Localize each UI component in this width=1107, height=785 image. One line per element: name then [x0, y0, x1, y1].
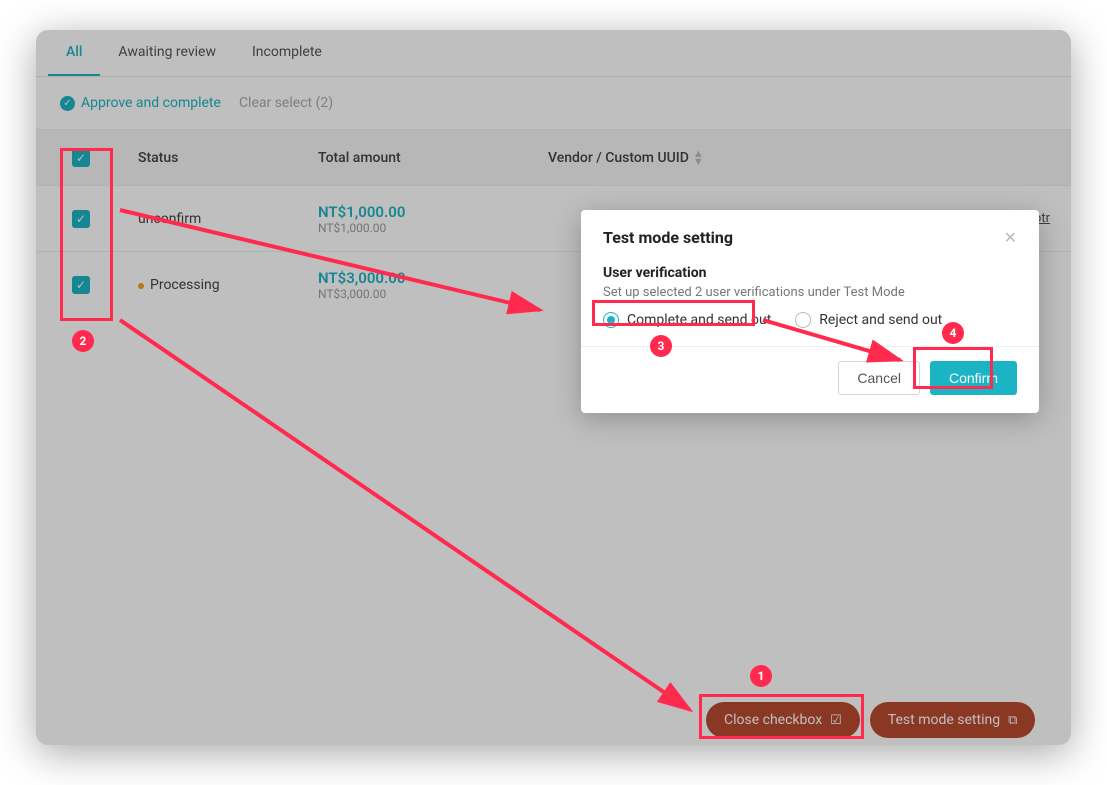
modal-header: Test mode setting ✕: [581, 210, 1039, 265]
row-subamount: NT$1,000.00: [318, 221, 524, 235]
radio-group: Complete and send out Reject and send ou…: [603, 312, 1017, 328]
check-circle-icon: ✓: [60, 96, 75, 111]
col-total: Total amount: [306, 150, 536, 166]
modal-footer: Cancel Confirm: [581, 346, 1039, 413]
modal-title: Test mode setting: [603, 228, 733, 247]
col-vendor[interactable]: Vendor / Custom UUID ▲▼: [536, 150, 1056, 166]
test-mode-setting-button[interactable]: Test mode setting ⧉: [870, 702, 1036, 738]
tabs: All Awaiting review Incomplete: [36, 30, 1071, 77]
close-checkbox-label: Close checkbox: [724, 712, 822, 728]
row-subamount: NT$3,000.00: [318, 287, 524, 301]
approve-label: Approve and complete: [81, 95, 221, 111]
row-checkbox[interactable]: ✓: [72, 210, 90, 228]
test-mode-modal: Test mode setting ✕ User verification Se…: [581, 210, 1039, 413]
section-desc: Set up selected 2 user verifications und…: [603, 285, 1017, 300]
sort-icon: ▲▼: [693, 150, 704, 165]
status-dot-icon: [138, 283, 144, 289]
row-status-label: Processing: [150, 277, 220, 293]
action-bar: ✓ Approve and complete Clear select (2): [36, 77, 1071, 129]
radio-icon: [795, 312, 811, 328]
modal-body: User verification Set up selected 2 user…: [581, 265, 1039, 346]
test-mode-label: Test mode setting: [888, 712, 1000, 728]
row-amount-cell: NT$3,000.00 NT$3,000.00: [306, 269, 536, 301]
floating-action-bar: Close checkbox ☑ Test mode setting ⧉: [706, 702, 1035, 738]
confirm-button[interactable]: Confirm: [930, 361, 1017, 395]
close-icon[interactable]: ✕: [1004, 228, 1017, 247]
radio-label: Complete and send out: [627, 312, 771, 328]
col-vendor-label: Vendor / Custom UUID: [548, 150, 689, 166]
row-amount: NT$3,000.00: [318, 269, 524, 287]
row-checkbox[interactable]: ✓: [72, 276, 90, 294]
row-status: unconfirm: [126, 211, 306, 227]
row-amount-cell: NT$1,000.00 NT$1,000.00: [306, 203, 536, 235]
radio-label: Reject and send out: [819, 312, 942, 328]
table-header: ✓ Status Total amount Vendor / Custom UU…: [36, 129, 1071, 185]
radio-reject[interactable]: Reject and send out: [795, 312, 942, 328]
tab-incomplete[interactable]: Incomplete: [234, 30, 340, 76]
radio-complete[interactable]: Complete and send out: [603, 312, 771, 328]
approve-action[interactable]: ✓ Approve and complete: [60, 95, 221, 111]
checkbox-icon: ☑: [830, 713, 842, 728]
sliders-icon: ⧉: [1008, 713, 1017, 728]
tab-awaiting[interactable]: Awaiting review: [100, 30, 234, 76]
radio-icon: [603, 312, 619, 328]
tab-all[interactable]: All: [48, 30, 100, 76]
section-label: User verification: [603, 265, 1017, 281]
clear-select-action[interactable]: Clear select (2): [239, 95, 333, 111]
col-status: Status: [126, 150, 306, 166]
row-amount: NT$1,000.00: [318, 203, 524, 221]
cancel-button[interactable]: Cancel: [838, 361, 920, 395]
select-all-checkbox[interactable]: ✓: [72, 149, 90, 167]
close-checkbox-button[interactable]: Close checkbox ☑: [706, 702, 860, 738]
row-status: Processing: [126, 277, 306, 293]
app-frame: All Awaiting review Incomplete ✓ Approve…: [36, 30, 1071, 745]
